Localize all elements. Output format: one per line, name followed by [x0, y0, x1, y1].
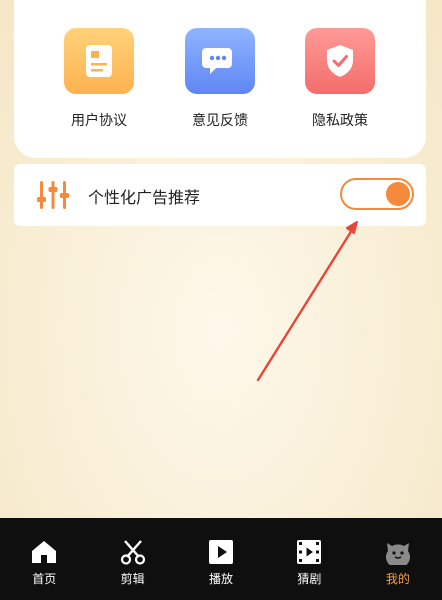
menu-card: 用户协议 意见反馈 隐私政策 [14, 0, 426, 158]
tab-play[interactable]: 播放 [177, 518, 265, 600]
toggle-knob [386, 182, 410, 206]
document-icon [64, 28, 134, 94]
personalized-ads-label: 个性化广告推荐 [88, 188, 201, 207]
play-icon [207, 538, 235, 566]
tab-edit[interactable]: 剪辑 [88, 518, 176, 600]
personalized-ads-toggle[interactable] [340, 178, 414, 210]
tab-guess-drama[interactable]: 猜剧 [265, 518, 353, 600]
tab-profile-label: 我的 [385, 572, 410, 586]
user-agreement-button[interactable]: 用户协议 [44, 28, 154, 138]
feedback-label: 意见反馈 [192, 113, 248, 129]
tab-guess-drama-label: 猜剧 [297, 572, 322, 586]
tab-play-label: 播放 [209, 572, 234, 586]
scissors-icon [119, 538, 147, 566]
sliders-icon [37, 181, 69, 209]
feedback-button[interactable]: 意见反馈 [165, 28, 275, 138]
home-icon [30, 538, 58, 566]
tab-home-label: 首页 [32, 572, 57, 586]
tab-edit-label: 剪辑 [120, 572, 145, 586]
chat-icon [185, 28, 255, 94]
shield-icon [305, 28, 375, 94]
privacy-policy-label: 隐私政策 [312, 113, 368, 129]
bottom-tab-bar: 首页 剪辑 播放 猜剧 我的 [0, 518, 442, 600]
film-icon [295, 538, 323, 566]
user-agreement-label: 用户协议 [71, 113, 127, 129]
tab-profile[interactable]: 我的 [354, 518, 442, 600]
personalized-ads-setting: 个性化广告推荐 [14, 164, 426, 226]
profile-icon [384, 538, 412, 566]
privacy-policy-button[interactable]: 隐私政策 [285, 28, 395, 138]
tab-home[interactable]: 首页 [0, 518, 88, 600]
